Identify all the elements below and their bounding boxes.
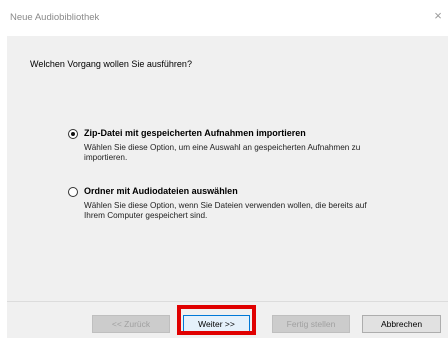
wizard-content — [7, 36, 448, 301]
back-button[interactable]: << Zurück — [92, 315, 170, 333]
option-zip-import-description: Wählen Sie diese Option, um eine Auswahl… — [84, 143, 361, 162]
window-title: Neue Audiobibliothek — [10, 12, 100, 23]
option-zip-import-label[interactable]: Zip-Datei mit gespeicherten Aufnahmen im… — [84, 128, 306, 138]
close-icon[interactable]: × — [431, 8, 445, 24]
finish-button[interactable]: Fertig stellen — [272, 315, 350, 333]
next-button[interactable]: Weiter >> — [183, 315, 250, 333]
option-folder-select-description: Wählen Sie diese Option, wenn Sie Dateie… — [84, 201, 367, 220]
radio-selected-dot — [71, 132, 75, 136]
radio-zip-import[interactable] — [68, 129, 78, 139]
option-folder-select-label[interactable]: Ordner mit Audiodateien auswählen — [84, 186, 238, 196]
question-text: Welchen Vorgang wollen Sie ausführen? — [30, 59, 192, 69]
title-bar: Neue Audiobibliothek × — [0, 0, 448, 36]
cancel-button[interactable]: Abbrechen — [362, 315, 441, 333]
radio-folder-select[interactable] — [68, 187, 78, 197]
